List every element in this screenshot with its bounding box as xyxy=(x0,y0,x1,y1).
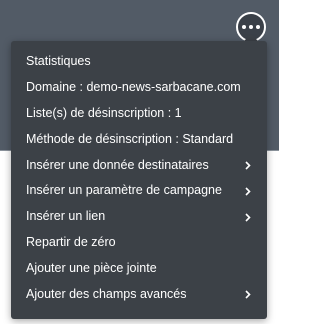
menu-item-label: Ajouter une pièce jointe xyxy=(26,261,157,276)
menu-item-label: Domaine : demo-news-sarbacane.com xyxy=(26,79,241,94)
menu-item-domaine[interactable]: Domaine : demo-news-sarbacane.com xyxy=(11,75,267,101)
more-options-dot xyxy=(256,25,260,29)
menu-item-label: Insérer un paramètre de campagne xyxy=(26,183,222,198)
menu-item-label: Insérer un lien xyxy=(26,209,106,224)
menu-item-statistiques[interactable]: Statistiques xyxy=(11,49,267,75)
menu-item-ajouter-champs-avances[interactable]: Ajouter des champs avancés xyxy=(11,282,267,308)
menu-item-listes-desinscription[interactable]: Liste(s) de désinscription : 1 xyxy=(11,101,267,127)
menu-item-label: Statistiques xyxy=(26,54,91,68)
menu-item-label: Ajouter des champs avancés xyxy=(26,287,187,302)
chevron-right-icon xyxy=(243,282,253,308)
menu-caret xyxy=(244,34,258,41)
more-options-dots-icon xyxy=(242,25,246,29)
chevron-right-icon xyxy=(243,204,253,230)
menu-item-label: Insérer une donnée destinataires xyxy=(26,157,209,172)
chevron-right-icon xyxy=(243,178,253,204)
menu-item-ajouter-piece-jointe[interactable]: Ajouter une pièce jointe xyxy=(11,256,267,282)
menu-item-inserer-lien[interactable]: Insérer un lien xyxy=(11,204,267,230)
more-options-dot xyxy=(249,25,253,29)
menu-item-inserer-parametre-campagne[interactable]: Insérer un paramètre de campagne xyxy=(11,178,267,204)
menu-item-label: Méthode de désinscription : Standard xyxy=(26,131,234,146)
menu-item-label: Liste(s) de désinscription : 1 xyxy=(26,105,182,120)
menu-item-inserer-donnee-destinataires[interactable]: Insérer une donnée destinataires xyxy=(11,153,267,179)
chevron-right-icon xyxy=(243,153,253,179)
menu-item-methode-desinscription[interactable]: Méthode de désinscription : Standard xyxy=(11,127,267,153)
options-dropdown-menu: Statistiques Domaine : demo-news-sarbaca… xyxy=(11,41,267,319)
menu-item-label: Repartir de zéro xyxy=(26,235,116,250)
menu-item-repartir-de-zero[interactable]: Repartir de zéro xyxy=(11,230,267,256)
